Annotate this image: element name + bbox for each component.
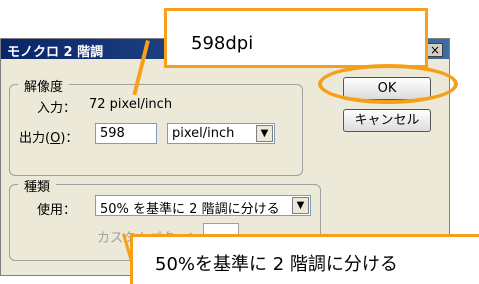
- method-callout-text: 50%を基準に 2 階調に分ける: [155, 254, 398, 275]
- resolution-unit-select[interactable]: pixel/inch ▼: [167, 123, 275, 144]
- method-selected-value: 50% を基準に 2 階調に分ける: [100, 202, 280, 217]
- method-use-label: 使用：: [37, 203, 77, 218]
- chevron-down-icon[interactable]: ▼: [292, 197, 309, 214]
- method-group-label: 種類: [18, 176, 57, 195]
- input-resolution-label: 入力：: [37, 101, 77, 116]
- input-resolution-value: 72 pixel/inch: [89, 97, 173, 112]
- dpi-callout: 598dpi: [164, 8, 428, 68]
- output-resolution-input[interactable]: 598: [95, 123, 157, 144]
- output-resolution-label: 出力(O)：: [19, 131, 79, 146]
- ok-highlight-ring: [318, 64, 458, 104]
- resolution-unit-value: pixel/inch: [172, 126, 235, 141]
- dialog-title: モノクロ 2 階調: [7, 45, 104, 60]
- method-select[interactable]: 50% を基準に 2 階調に分ける ▼: [95, 195, 311, 217]
- close-button[interactable]: ×: [427, 43, 443, 57]
- dpi-callout-text: 598dpi: [191, 33, 254, 54]
- resolution-group-label: 解像度: [18, 76, 70, 95]
- method-callout: 50%を基準に 2 階調に分ける: [130, 234, 479, 284]
- cancel-button[interactable]: キャンセル: [343, 109, 431, 132]
- chevron-down-icon[interactable]: ▼: [256, 125, 273, 142]
